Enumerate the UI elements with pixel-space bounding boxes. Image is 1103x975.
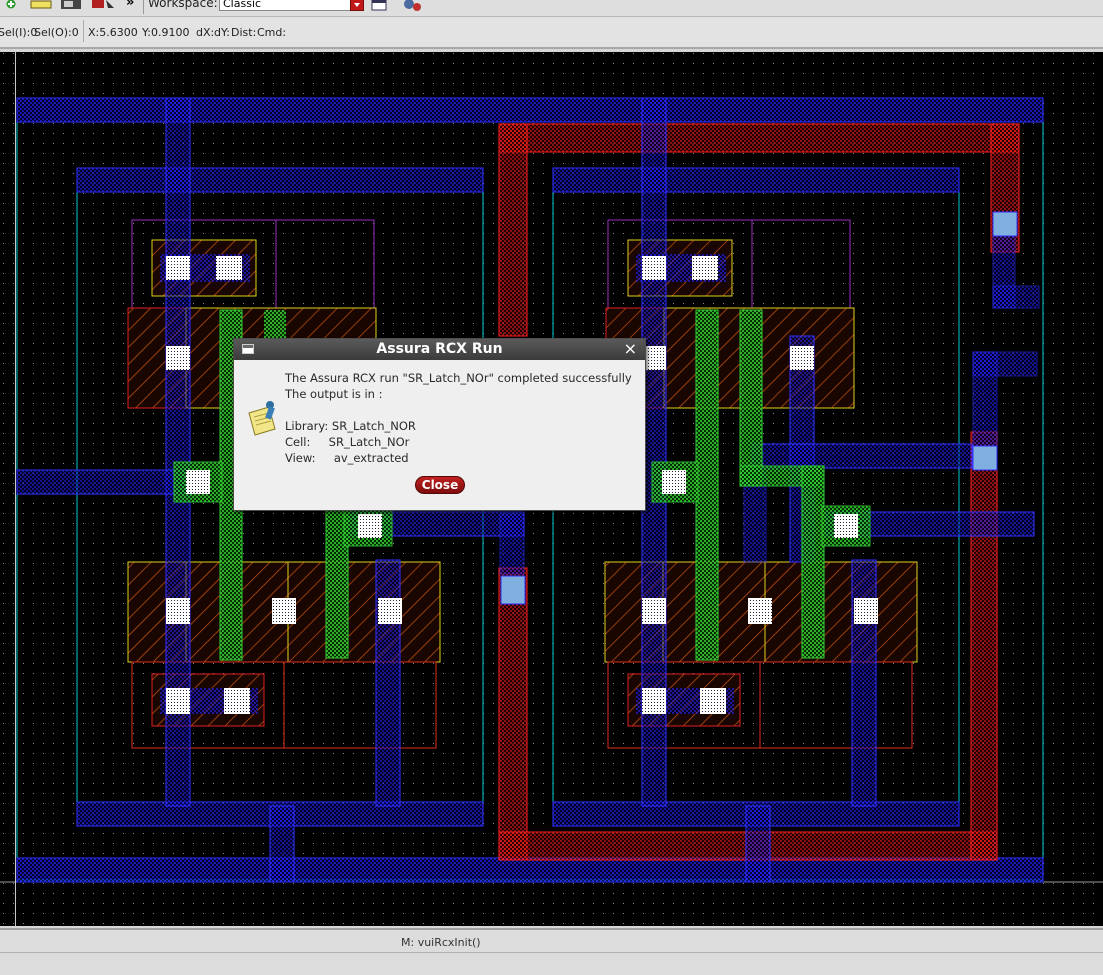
dialog-library: Library: SR_Latch_NOR — [285, 419, 416, 433]
y-coordinate: Y:0.9100 — [142, 26, 190, 39]
top-toolbar: » Workspace: Classic — [0, 0, 1103, 17]
dialog-view: View: av_extracted — [285, 451, 409, 465]
more-icon[interactable]: » — [126, 0, 134, 10]
bottom-divider — [0, 952, 1103, 953]
dx-readout: dX: — [196, 26, 215, 39]
dialog-titlebar[interactable]: Assura RCX Run × — [234, 339, 645, 360]
sel-o-readout: Sel(O):0 — [34, 26, 79, 39]
settings-icon[interactable] — [400, 0, 424, 12]
status-separator — [83, 20, 84, 42]
window-icon[interactable] — [371, 0, 391, 12]
workspace-label: Workspace: — [148, 0, 218, 10]
add-icon[interactable] — [4, 0, 18, 10]
notepad-pencil-icon — [248, 401, 276, 436]
dialog-cell: Cell: SR_Latch_NOr — [285, 435, 410, 449]
command-bar: M: vuiRcxInit() — [0, 928, 1103, 975]
gnd-rail — [17, 858, 1043, 882]
canvas-left-border — [15, 52, 16, 926]
chevron-down-icon[interactable] — [350, 0, 364, 11]
close-icon[interactable]: × — [624, 340, 637, 358]
dialog-message-line-1: The Assura RCX run "SR_Latch_NOr" comple… — [285, 371, 632, 385]
ruler-icon[interactable] — [30, 0, 52, 10]
coordinate-status-bar: Sel(I):0 Sel(O):0 X:5.6300 Y:0.9100 dX: … — [0, 17, 1103, 49]
sel-i-readout: Sel(I):0 — [0, 26, 38, 39]
close-button[interactable]: Close — [415, 476, 465, 494]
dialog-message-line-2: The output is in : — [285, 387, 383, 401]
dialog-title: Assura RCX Run — [376, 341, 503, 357]
workspace-value: Classic — [223, 0, 262, 10]
workspace-select[interactable]: Classic — [219, 0, 364, 11]
toolbar-separator — [143, 0, 144, 14]
cmd-readout: Cmd: — [257, 26, 287, 39]
x-coordinate: X:5.6300 — [88, 26, 138, 39]
dist-readout: Dist: — [231, 26, 257, 39]
mouse-command-readout: M: vuiRcxInit() — [401, 936, 481, 949]
display-icon[interactable] — [60, 0, 82, 10]
pointer-icon[interactable] — [92, 0, 116, 10]
dy-readout: dY: — [214, 26, 230, 39]
assura-rcx-dialog: Assura RCX Run × The Assura RCX run "SR_… — [233, 338, 646, 511]
